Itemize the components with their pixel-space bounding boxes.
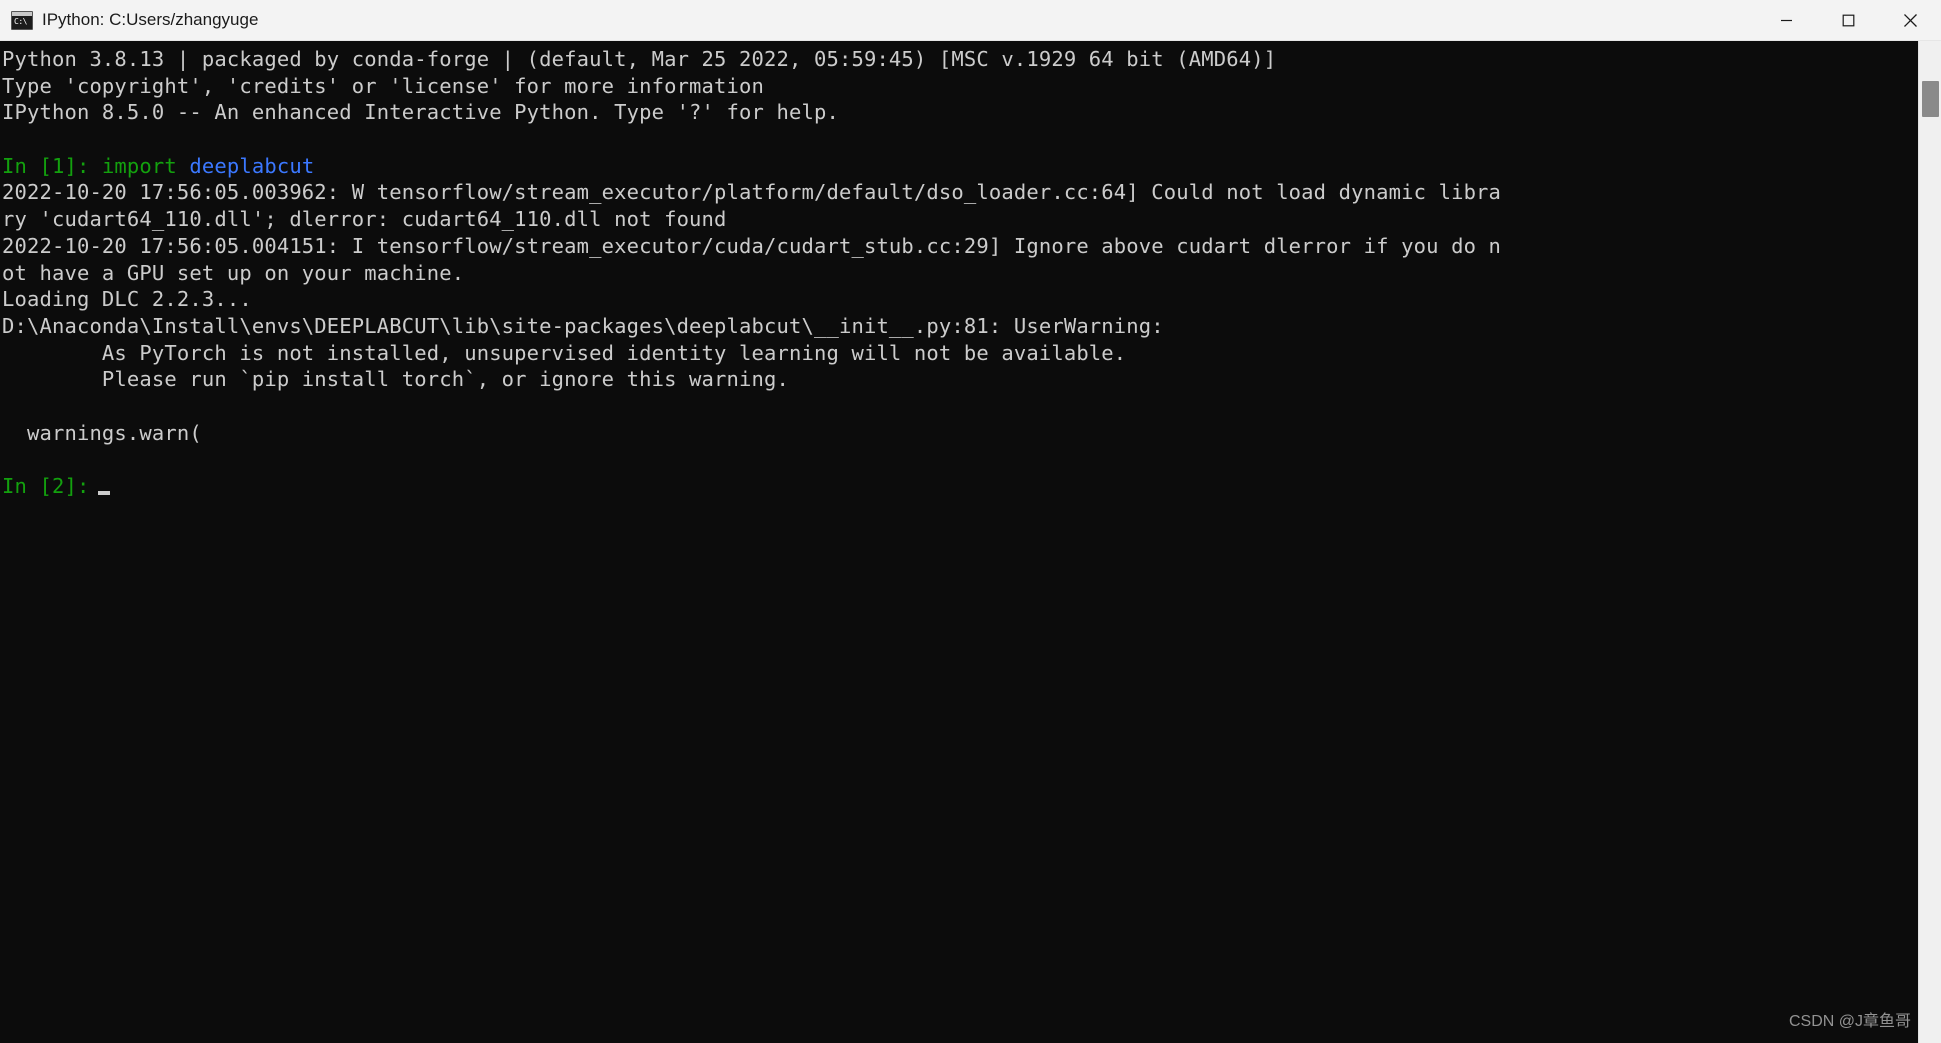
text-cursor: [98, 491, 111, 495]
input-prompt-label: In [1]:: [2, 153, 90, 178]
console-output[interactable]: Python 3.8.13 | packaged by conda-forge …: [0, 41, 1918, 1043]
console-line-blank-3: [0, 446, 1918, 473]
vertical-scrollbar[interactable]: [1918, 41, 1941, 1043]
python-module-name: deeplabcut: [189, 153, 315, 178]
input-prompt-label: In [2]:: [2, 474, 90, 498]
console-line-tf-warning-dso-loader-2: ry 'cudart64_110.dll'; dlerror: cudart64…: [2, 207, 727, 232]
minimize-icon: [1780, 19, 1792, 21]
console-line-tf-info-cudart-stub-2: ot have a GPU set up on your machine.: [2, 260, 465, 285]
close-button[interactable]: [1879, 0, 1941, 41]
console-line-input-prompt-2: In [2]:: [0, 473, 1918, 500]
window-title: IPython: C:Users/zhangyuge: [42, 10, 259, 29]
console-line-userwarning-body-1: As PyTorch is not installed, unsupervise…: [2, 340, 1127, 365]
cmd-console-icon-glyph: C:\: [14, 16, 27, 26]
console-line-userwarning-path: D:\Anaconda\Install\envs\DEEPLABCUT\lib\…: [2, 313, 1164, 338]
maximize-button[interactable]: [1817, 0, 1879, 41]
cmd-console-icon: C:\: [11, 10, 33, 30]
console-line-banner-python-version: Python 3.8.13 | packaged by conda-forge …: [2, 47, 1277, 71]
console-line-banner-ipython-version: IPython 8.5.0 -- An enhanced Interactive…: [2, 100, 839, 125]
console-line-loading-dlc: Loading DLC 2.2.3...: [2, 287, 252, 312]
console-line-blank-1: [0, 126, 1918, 153]
console-line-tf-info-cudart-stub-1: 2022-10-20 17:56:05.004151: I tensorflow…: [2, 233, 1502, 258]
console-line-banner-copyright-hint: Type 'copyright', 'credits' or 'license'…: [2, 73, 765, 98]
watermark-text: CSDN @J章鱼哥: [1788, 1013, 1911, 1030]
window-controls: [1755, 0, 1941, 41]
window-titlebar[interactable]: C:\ IPython: C:Users/zhangyuge: [0, 0, 1941, 41]
titlebar-left-group: C:\ IPython: C:Users/zhangyuge: [0, 10, 1755, 30]
console-line-tf-warning-dso-loader-1: 2022-10-20 17:56:05.003962: W tensorflow…: [2, 180, 1502, 205]
console-line-userwarning-body-2: Please run `pip install torch`, or ignor…: [2, 367, 789, 392]
python-keyword: import: [89, 153, 190, 178]
terminal-area[interactable]: Python 3.8.13 | packaged by conda-forge …: [0, 41, 1941, 1043]
console-line-warnings-warn-call: warnings.warn(: [2, 420, 202, 445]
maximize-icon: [1842, 14, 1854, 26]
console-line-blank-2: [0, 393, 1918, 420]
minimize-button[interactable]: [1755, 0, 1817, 41]
close-icon: [1903, 13, 1917, 27]
ipython-console-window: C:\ IPython: C:Users/zhangyuge Python 3.…: [0, 0, 1941, 1043]
console-line-input-prompt-1: In [1]: import deeplabcut: [0, 153, 1918, 180]
scrollbar-thumb[interactable]: [1922, 81, 1939, 117]
